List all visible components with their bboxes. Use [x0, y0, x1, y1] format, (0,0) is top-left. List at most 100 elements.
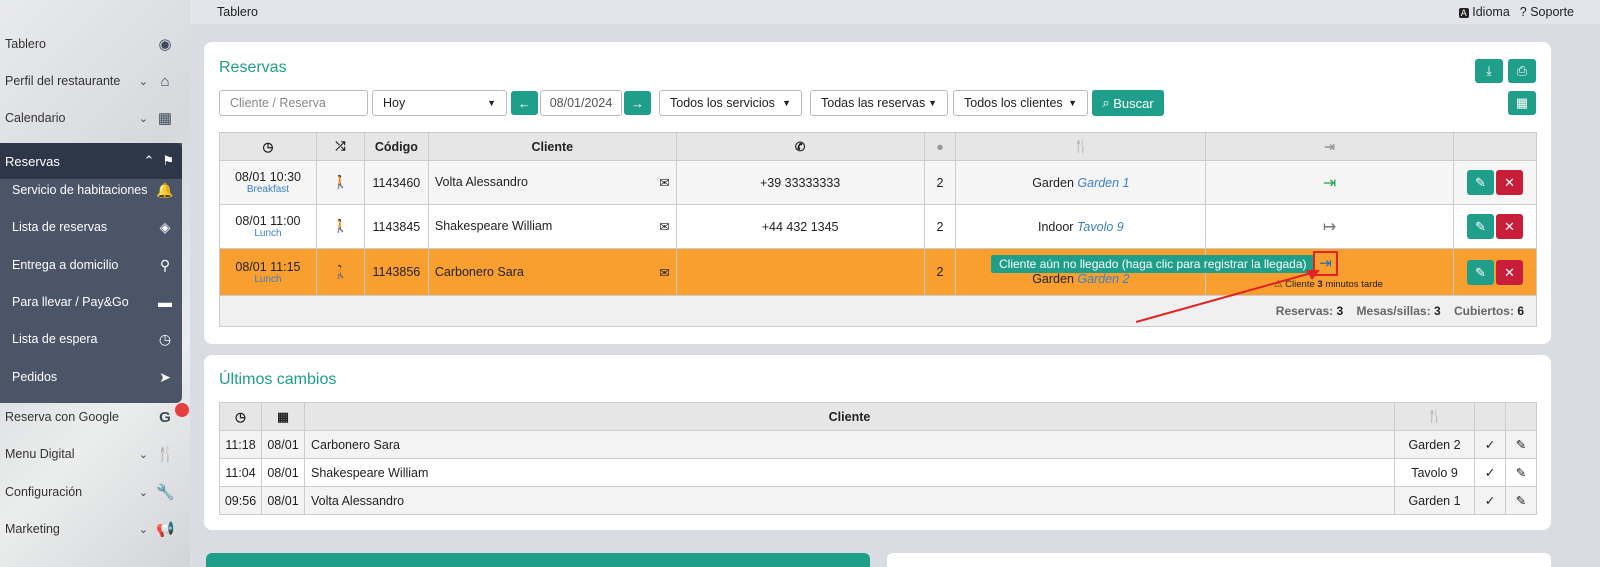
check-icon: ✓	[1474, 430, 1506, 459]
language-icon: A	[1458, 8, 1469, 18]
print-icon: ⎙	[1516, 63, 1528, 78]
edit-button[interactable]: ✎	[1467, 259, 1494, 285]
sidebar-item-configuracion[interactable]: Configuración ⌄ 🔧	[0, 474, 182, 510]
chevron-up-icon: ⌃	[143, 153, 155, 168]
chevron-down-icon: ⌄	[138, 523, 148, 536]
search-icon: ⌕	[1102, 95, 1110, 110]
email-icon[interactable]: ✉	[659, 219, 669, 234]
reservations-select[interactable]: Todas las reservas ▼	[810, 90, 948, 116]
top-bar: Tablero A Idioma ? Soporte	[190, 0, 1600, 24]
date-input[interactable]: 08/01/2024	[540, 90, 622, 116]
sidebar-item-menu-digital[interactable]: Menu Digital ⌄ 🍴	[0, 436, 182, 472]
sidebar-item-marketing[interactable]: Marketing ⌄ 📢	[0, 511, 182, 547]
totals-row: Reservas: 3 Mesas/sillas: 3 Cubiertos: 6	[219, 295, 1537, 327]
submenu-item-servicio-habitaciones[interactable]: Servicio de habitaciones 🔔	[0, 171, 182, 209]
submenu-item-lista-espera[interactable]: Lista de espera ◷	[0, 320, 182, 358]
delete-button[interactable]: ✕	[1496, 170, 1523, 195]
table-row[interactable]: 08/01 10:30 Breakfast 🚶 1143460 Volta Ale…	[219, 160, 1537, 205]
language-link[interactable]: A Idioma	[1458, 5, 1510, 19]
notification-dot	[175, 403, 189, 417]
edit-button[interactable]: ✎	[1467, 214, 1494, 239]
table-row[interactable]: 11:18 08/01 Carbonero Sara Garden 2 ✓ ✎	[219, 430, 1537, 459]
home-icon: ⌂	[160, 72, 170, 90]
edit-icon[interactable]: ✎	[1505, 486, 1537, 515]
search-input[interactable]: Cliente / Reserva	[219, 90, 368, 116]
submenu-item-para-llevar[interactable]: Para llevar / Pay&Go ▬	[0, 283, 182, 321]
prev-date-button[interactable]: ←	[511, 91, 538, 115]
chevron-down-icon: ⌄	[138, 112, 148, 125]
actions-header	[1453, 132, 1537, 161]
code-header: Código	[363, 132, 429, 161]
sidebar-item-tablero[interactable]: Tablero ◉	[0, 26, 182, 62]
cube-icon: ◈	[159, 218, 171, 235]
edit-icon[interactable]: ✎	[1505, 430, 1537, 459]
reservations-table: ◷ ⤮ Código Cliente ✆ ● 🍴 ⇥ 08/01 10:30 Br…	[219, 132, 1537, 327]
bell-icon: 🔔	[156, 181, 174, 198]
email-icon[interactable]: ✉	[659, 175, 669, 190]
walk-in-icon: 🚶	[315, 204, 365, 249]
reservas-title: Reservas	[219, 59, 287, 76]
calendar-icon: ▦	[1515, 95, 1529, 110]
utensils-icon: 🍴	[1426, 409, 1443, 423]
download-button[interactable]: ⤓	[1475, 59, 1503, 83]
email-icon[interactable]: ✉	[659, 265, 669, 280]
caret-down-icon: ▼	[782, 98, 791, 108]
time-cell: 08/01 10:30 Breakfast	[219, 160, 317, 205]
caret-down-icon: ▼	[928, 98, 937, 108]
walk-in-icon: 🚶	[315, 248, 365, 296]
calendar-icon: ▦	[277, 410, 289, 424]
clock-icon: ◷	[158, 330, 172, 347]
time-header: ◷	[219, 132, 317, 161]
services-select[interactable]: Todos los servicios ▼	[659, 90, 802, 116]
print-button[interactable]: ⎙	[1508, 59, 1536, 83]
submenu-item-entrega-domicilio[interactable]: Entrega a domicilio ⚲	[0, 246, 182, 284]
arrow-right-icon: →	[631, 95, 644, 111]
people-header: ●	[923, 132, 957, 161]
question-icon: ?	[1519, 5, 1527, 19]
search-button[interactable]: ⌕ Buscar	[1092, 90, 1164, 116]
table-row[interactable]: 09:56 08/01 Volta Alessandro Garden 1 ✓ …	[219, 486, 1537, 515]
sign-out-icon[interactable]: ↦	[1323, 219, 1336, 236]
edit-button[interactable]: ✎	[1467, 170, 1494, 195]
check-icon: ✓	[1474, 458, 1506, 487]
chevron-down-icon: ⌄	[138, 486, 148, 499]
sidebar-item-google[interactable]: Reserva con Google G	[0, 399, 182, 435]
breadcrumb: Tablero	[217, 5, 258, 19]
support-link[interactable]: ? Soporte	[1520, 5, 1574, 19]
calendar-button[interactable]: ▦	[1508, 91, 1536, 115]
bottom-panel-left	[206, 553, 870, 567]
bottom-panel-right	[887, 553, 1551, 567]
check-icon: ✓	[1474, 486, 1506, 515]
submenu-item-pedidos[interactable]: Pedidos ➤	[0, 358, 182, 396]
user-icon: ●	[936, 139, 944, 154]
caret-down-icon: ▼	[487, 98, 496, 108]
chevron-down-icon: ⌄	[138, 448, 148, 461]
period-select[interactable]: Hoy ▼	[372, 90, 507, 116]
caret-down-icon: ▼	[1068, 98, 1077, 108]
table-row[interactable]: 11:04 08/01 Shakespeare William Tavolo 9…	[219, 458, 1537, 487]
sign-in-icon: ⇥	[1324, 140, 1335, 154]
client-header: Cliente	[427, 132, 677, 161]
time-cell: 08/01 11:00 Lunch	[219, 204, 317, 249]
table-row[interactable]: 08/01 11:00 Lunch 🚶 1143845 Shakespeare W…	[219, 204, 1537, 249]
cambios-card: Últimos cambios ◷ ▦ Cliente 🍴 11:18 08/0…	[204, 355, 1551, 530]
table-header: 🍴	[955, 132, 1207, 161]
reservas-card: Reservas ⤓ ⎙ ▦ Cliente / Reserva Hoy ▼ ← …	[204, 42, 1551, 344]
calendar-icon: ▦	[157, 110, 173, 127]
edit-icon[interactable]: ✎	[1505, 458, 1537, 487]
dashboard-icon: ◉	[158, 36, 172, 53]
wrench-icon: 🔧	[156, 484, 175, 501]
sidebar-item-calendario[interactable]: Calendario ⌄ ▦	[0, 100, 182, 136]
phone-header: ✆	[675, 132, 925, 161]
arrived-icon[interactable]: ⇥	[1323, 175, 1336, 192]
delete-button[interactable]: ✕	[1496, 214, 1523, 239]
submenu-item-lista-reservas[interactable]: Lista de reservas ◈	[0, 208, 182, 246]
delete-button[interactable]: ✕	[1496, 259, 1523, 285]
clock-icon: ◷	[262, 140, 274, 154]
next-date-button[interactable]: →	[624, 91, 651, 115]
sidebar-item-perfil[interactable]: Perfil del restaurante ⌄ ⌂	[0, 63, 182, 99]
send-icon: ➤	[159, 368, 171, 385]
clients-select[interactable]: Todos los clientes ▼	[953, 90, 1088, 116]
annotation-arrow	[1135, 270, 1320, 323]
google-icon: G	[159, 408, 171, 426]
